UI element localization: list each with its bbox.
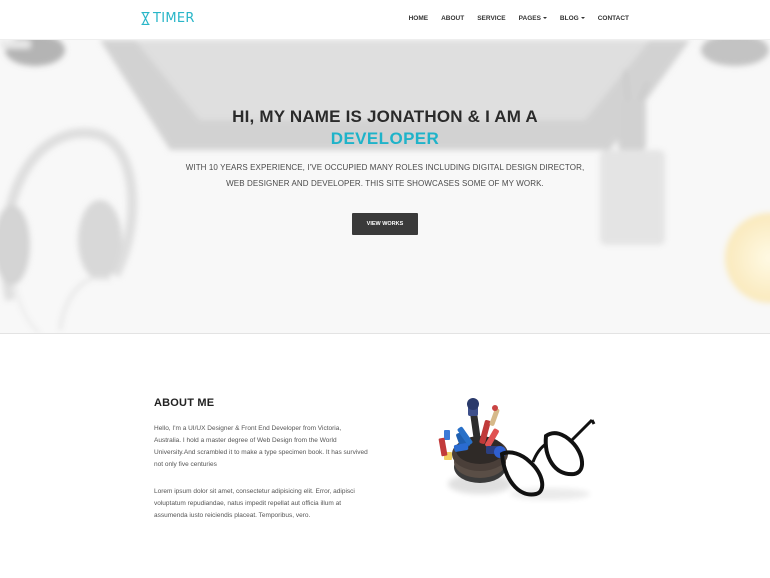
nav-item-label: CONTACT xyxy=(597,15,629,22)
nav-item-pages[interactable]: PAGES xyxy=(519,15,547,22)
hero-subtitle: WITH 10 YEARS EXPERIENCE, I'VE OCCUPIED … xyxy=(0,160,770,192)
nav-item-label: BLOG xyxy=(559,15,579,22)
nav-item-label: HOME xyxy=(408,15,429,22)
navbar: TIMER HOME ABOUT SERVICE PAGES BLOG CONT… xyxy=(0,0,770,40)
about-title: ABOUT ME xyxy=(154,397,215,409)
brand-logo[interactable]: TIMER xyxy=(141,11,195,26)
hero-subtitle-line: WEB DESIGNER AND DEVELOPER. THIS SITE SH… xyxy=(226,179,544,188)
hero-highlight: DEVELOPER xyxy=(330,129,440,148)
nav-item-blog[interactable]: BLOG xyxy=(560,15,585,22)
nav-item-label: PAGES xyxy=(518,15,541,22)
nav-item-about[interactable]: ABOUT xyxy=(441,15,464,22)
desk-items-image xyxy=(438,398,596,500)
view-works-button[interactable]: VIEW WORKS xyxy=(352,213,418,235)
about-paragraph: Hello, I'm a UI/UX Designer & Front End … xyxy=(154,425,368,468)
nav-item-service[interactable]: SERVICE xyxy=(477,15,505,22)
nav-item-label: ABOUT xyxy=(441,15,465,22)
caret-down-icon xyxy=(542,17,547,20)
nav-item-contact[interactable]: CONTACT xyxy=(598,15,629,22)
about-paragraph: Lorem ipsum dolor sit amet, consectetur … xyxy=(154,488,355,519)
caret-down-icon xyxy=(580,17,585,20)
nav-item-label: SERVICE xyxy=(477,15,506,22)
hero-title: HI, MY NAME IS JONATHON & I AM A xyxy=(232,107,538,126)
hero-subtitle-line: WITH 10 YEARS EXPERIENCE, I'VE OCCUPIED … xyxy=(185,163,585,172)
main-nav: HOME ABOUT SERVICE PAGES BLOG CONTACT xyxy=(409,15,629,22)
nav-item-home[interactable]: HOME xyxy=(409,15,429,22)
brand-name: TIMER xyxy=(153,11,195,26)
hourglass-icon xyxy=(141,12,150,25)
hero-section: HI, MY NAME IS JONATHON & I AM A DEVELOP… xyxy=(0,40,770,334)
